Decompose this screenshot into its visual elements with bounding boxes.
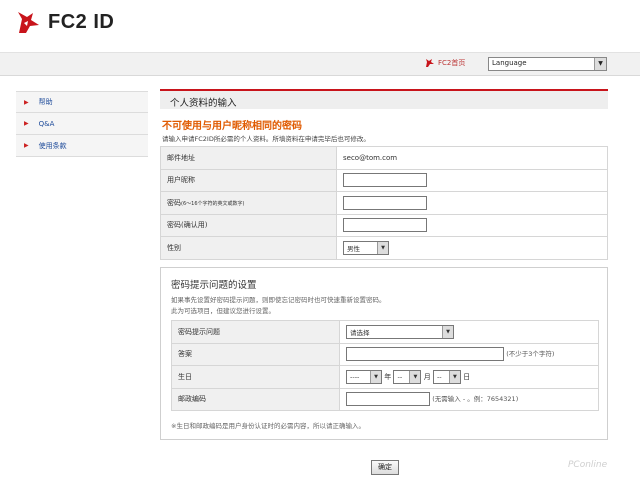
birthday-label: 生日 — [171, 365, 340, 389]
form-note: 请输入申请FC2ID所必需的个人资料。所填资料在申请完毕后也可修改。 — [162, 135, 370, 143]
home-icon — [426, 59, 434, 67]
fc2-home-link[interactable]: FC2首页 — [425, 58, 465, 68]
table-row: 用户昵称 — [160, 168, 608, 192]
gender-select-value: 男性 — [347, 244, 360, 253]
sidebar-item-label: Q&A — [38, 119, 55, 128]
sidebar-item-help[interactable]: ▶ 帮助 — [16, 91, 148, 113]
table-row: 生日 ---- ▼ 年 -- ▼ 月 -- ▼ 日 — [171, 365, 599, 389]
dropdown-arrow-icon: ▼ — [448, 370, 460, 383]
sidebar-item-terms[interactable]: ▶ 使用条款 — [16, 135, 148, 157]
nickname-input[interactable] — [343, 173, 427, 188]
table-row: 密码(6～16个字符的英文或数字) — [160, 191, 608, 215]
submit-button[interactable]: 确定 — [371, 460, 399, 475]
gender-select[interactable]: 男性 ▼ — [343, 240, 389, 255]
profile-form-section: 个人资料的输入 不可使用与用户昵称相同的密码 请输入申请FC2ID所必需的个人资… — [160, 89, 608, 260]
hint-desc-line2: 此为可选项目，但建议您进行设置。 — [171, 307, 275, 315]
birth-day-select[interactable]: -- ▼ — [432, 369, 461, 384]
dropdown-arrow-icon: ▼ — [409, 370, 421, 383]
table-row: 密码提示问题 请选择 ▼ — [171, 320, 599, 344]
gender-label: 性别 — [160, 236, 337, 260]
birth-month-value: -- — [397, 372, 403, 381]
answer-note: (不少于3个字符) — [506, 350, 555, 359]
password-input[interactable] — [343, 195, 427, 210]
month-unit: 月 — [423, 372, 431, 381]
sidebar: ▶ 帮助 ▶ Q&A ▶ 使用条款 — [16, 91, 148, 157]
hint-footnote: ※生日和邮政编码是用户身份认证时的必需内容，所以请正确输入。 — [171, 422, 365, 430]
birth-month-select[interactable]: -- ▼ — [393, 369, 422, 384]
email-label: 邮件地址 — [160, 146, 337, 170]
sidebar-item-label: 帮助 — [38, 98, 53, 106]
birth-day-value: -- — [436, 372, 442, 381]
dropdown-arrow-icon: ▼ — [442, 325, 453, 338]
birth-year-value: ---- — [350, 372, 360, 381]
home-link-label: FC2首页 — [438, 59, 466, 67]
postal-input[interactable] — [346, 392, 430, 407]
watermark: PConline — [568, 460, 608, 470]
table-row: 邮政编码 (无需输入 - 。例：7654321) — [171, 387, 599, 411]
table-row: 答案 (不少于3个字符) — [171, 342, 599, 366]
triangle-bullet-icon: ▶ — [24, 142, 29, 149]
hint-desc-line1: 如果事先设置好密码提示问题，则即使忘记密码时也可快速重新设置密码。 — [171, 296, 386, 304]
question-label: 密码提示问题 — [171, 320, 340, 344]
question-select[interactable]: 请选择 ▼ — [346, 324, 454, 339]
top-nav-bar: FC2首页 Language ▼ — [0, 52, 640, 76]
table-row: 性别 男性 ▼ — [160, 236, 608, 260]
nickname-label: 用户昵称 — [160, 168, 337, 192]
password-hint-section: 密码提示问题的设置 如果事先设置好密码提示问题，则即使忘记密码时也可快速重新设置… — [160, 267, 608, 440]
dropdown-arrow-icon: ▼ — [377, 241, 388, 254]
day-unit: 日 — [463, 372, 471, 381]
sidebar-item-qa[interactable]: ▶ Q&A — [16, 113, 148, 135]
table-row: 邮件地址 seco@tom.com — [160, 146, 608, 170]
postal-note: (无需输入 - 。例：7654321) — [432, 395, 519, 404]
birth-year-select[interactable]: ---- ▼ — [346, 369, 382, 384]
email-value: seco@tom.com — [336, 146, 608, 170]
password-requirement: (6～16个字符的英文或数字) — [181, 200, 245, 207]
answer-input[interactable] — [346, 347, 504, 362]
dropdown-arrow-icon: ▼ — [594, 58, 606, 70]
sidebar-item-label: 使用条款 — [38, 141, 67, 150]
section-title: 个人资料的输入 — [160, 89, 608, 109]
table-row: 密码(确认用) — [160, 213, 608, 237]
password-confirm-label: 密码(确认用) — [160, 213, 337, 237]
dropdown-arrow-icon: ▼ — [370, 370, 381, 383]
fc2-logo[interactable]: FC2 ID — [16, 9, 114, 35]
triangle-bullet-icon: ▶ — [24, 98, 29, 106]
hint-form-table: 密码提示问题 请选择 ▼ 答案 (不少于3个字符) 生日 ---- ▼ 年 --… — [171, 320, 599, 411]
password-label: 密码 — [167, 198, 181, 207]
profile-form-table: 邮件地址 seco@tom.com 用户昵称 密码(6～16个字符的英文或数字)… — [160, 146, 608, 260]
fox-logo-icon — [18, 12, 39, 33]
hint-title: 密码提示问题的设置 — [171, 280, 257, 291]
password-confirm-input[interactable] — [343, 218, 427, 233]
password-warning: 不可使用与用户昵称相同的密码 — [162, 121, 302, 132]
answer-label: 答案 — [171, 342, 340, 366]
language-select-value: Language — [492, 59, 527, 67]
postal-label: 邮政编码 — [171, 387, 340, 411]
triangle-bullet-icon: ▶ — [24, 120, 29, 127]
question-select-value: 请选择 — [350, 328, 370, 337]
year-unit: 年 — [384, 372, 392, 381]
header: FC2 ID — [0, 0, 640, 52]
logo-text: FC2 ID — [48, 10, 115, 33]
language-select[interactable]: Language ▼ — [488, 57, 607, 71]
